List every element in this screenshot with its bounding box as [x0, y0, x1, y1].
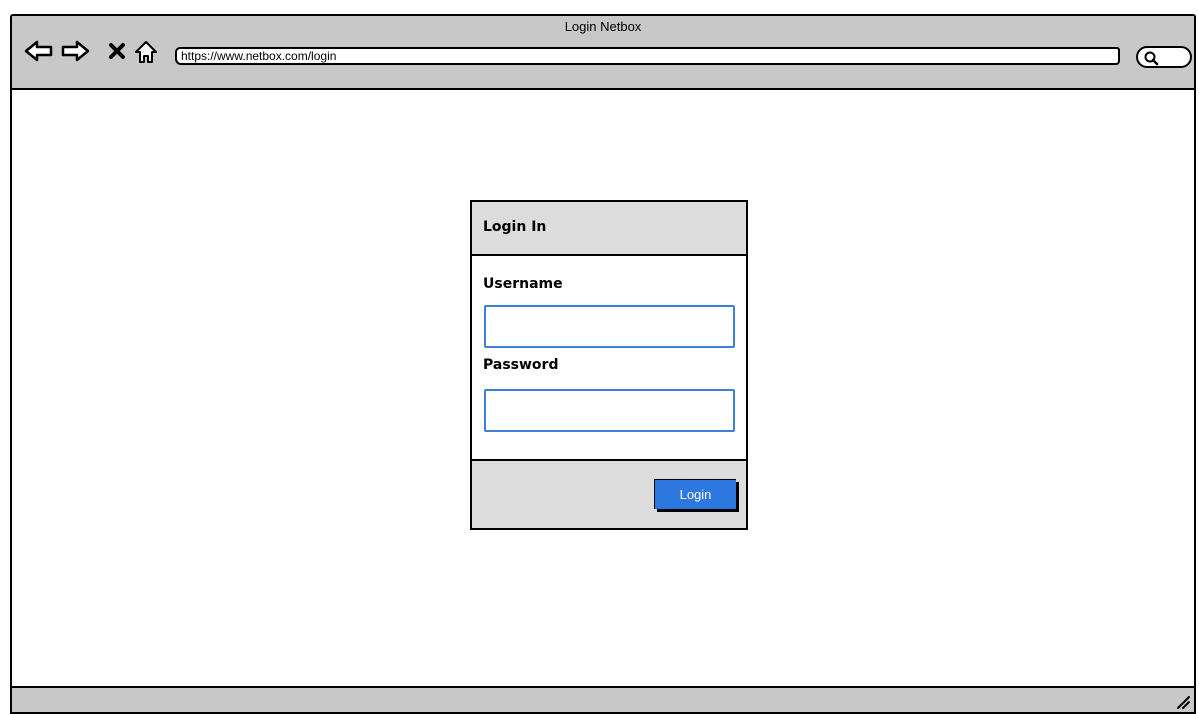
login-button[interactable]: Login: [654, 479, 736, 509]
forward-arrow-icon[interactable]: [60, 40, 90, 62]
login-panel-header: Login In: [472, 202, 746, 256]
login-title: Login In: [483, 219, 547, 235]
status-bar: [12, 686, 1194, 712]
window-title: Login Netbox: [564, 19, 642, 34]
password-field[interactable]: [484, 389, 735, 432]
browser-window: Login Netbox https://www.netbox.com/logi…: [10, 14, 1196, 714]
close-icon[interactable]: [108, 42, 126, 64]
login-panel: Login In Username Password Login: [470, 200, 748, 530]
username-label: Username: [483, 276, 563, 292]
search-icon: [1144, 51, 1159, 66]
browser-toolbar: Login Netbox https://www.netbox.com/logi…: [12, 16, 1194, 90]
resize-grip-icon[interactable]: [1176, 694, 1190, 712]
url-bar[interactable]: https://www.netbox.com/login: [175, 47, 1120, 65]
back-arrow-icon[interactable]: [24, 40, 54, 62]
password-label: Password: [483, 357, 559, 373]
search-button[interactable]: [1136, 46, 1192, 68]
username-field[interactable]: [484, 305, 735, 348]
login-panel-footer: Login: [472, 459, 746, 528]
home-icon[interactable]: [134, 40, 158, 63]
